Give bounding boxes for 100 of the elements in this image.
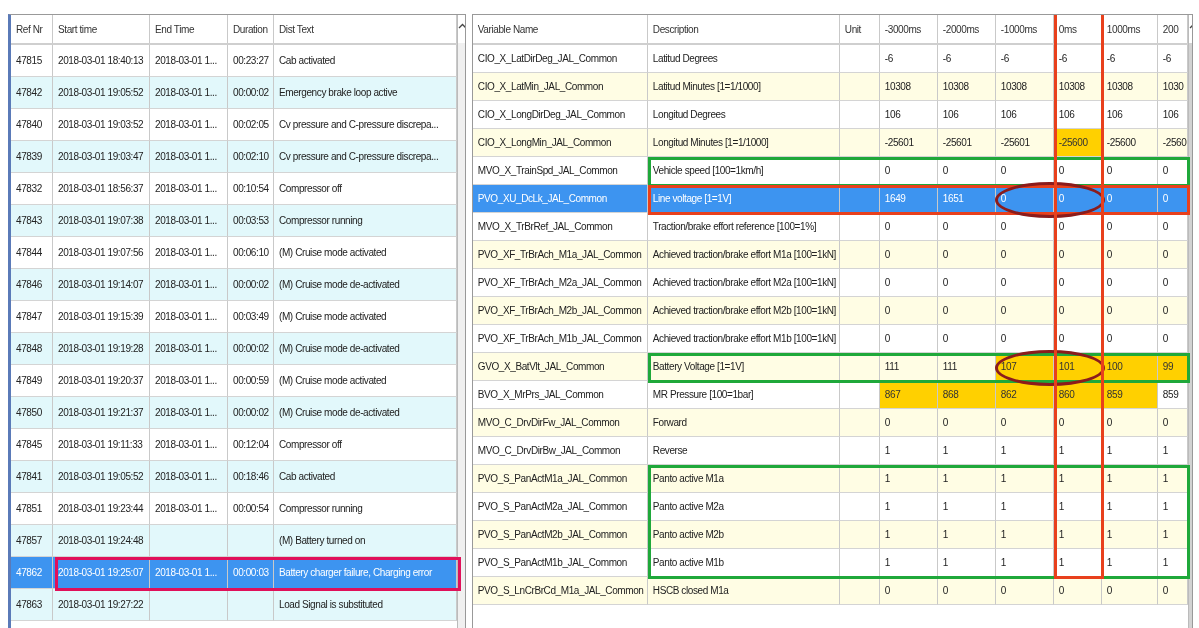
table-cell: 0 [1157,185,1188,213]
table-row[interactable]: PVO_XF_TrBrAch_M1b_JAL_Common Achieved traction/brake effort M1b [100=1kN] 0 0 0 0 0 0 [472,325,1188,353]
table-cell: 0 [1053,185,1102,213]
table-cell: 867 [879,381,938,409]
column-header[interactable]: -1000ms [995,15,1054,43]
column-header[interactable]: -3000ms [879,15,938,43]
table-row[interactable]: PVO_S_LnCrBrCd_M1a_JAL_Common HSCB closed M1a 0 0 0 0 0 0 [472,577,1188,605]
table-row[interactable]: 47840 2018-03-01 19:03:52 2018-03-01 1... 00:02:05 Cv pressure and C-pressure discrepa... [11,109,457,141]
table-cell: 0 [1053,157,1102,185]
table-row[interactable]: PVO_XF_TrBrAch_M2b_JAL_Common Achieved traction/brake effort M2b [100=1kN] 0 0 0 0 0 0 [472,297,1188,325]
table-cell: Battery Voltage [1=1V] [647,353,840,381]
table-row[interactable]: MVO_C_DrvDirBw_JAL_Common Reverse 1 1 1 1 1 1 [472,437,1188,465]
table-row[interactable]: 47845 2018-03-01 19:11:33 2018-03-01 1... 00:12:04 Compressor off [11,429,457,461]
table-row[interactable]: 47847 2018-03-01 19:15:39 2018-03-01 1... 00:03:49 (M) Cruise mode activated [11,301,457,333]
column-header[interactable]: Description [647,15,840,43]
table-cell: 0 [1101,577,1158,605]
table-cell: -25601 [879,129,938,157]
table-cell: 1 [937,437,996,465]
table-row[interactable]: MVO_C_DrvDirFw_JAL_Common Forward 0 0 0 0 0 0 [472,409,1188,437]
column-header[interactable]: End Time [150,15,228,43]
table-row[interactable]: 47846 2018-03-01 19:14:07 2018-03-01 1... 00:00:02 (M) Cruise mode de-activated [11,269,457,301]
table-cell: 0 [995,157,1054,185]
scrollbar[interactable] [457,15,465,628]
table-row[interactable]: CIO_X_LongMin_JAL_Common Longitud Minutes [1=1/1000] -25601 -25601 -25601 -25600 -25600 -2560 [472,129,1188,157]
column-header[interactable]: 1000ms [1101,15,1158,43]
table-row[interactable]: PVO_S_PanActM2a_JAL_Common Panto active M2a 1 1 1 1 1 1 [472,493,1188,521]
table-cell: 1 [1053,549,1102,577]
table-row[interactable]: PVO_S_PanActM2b_JAL_Common Panto active M2b 1 1 1 1 1 1 [472,521,1188,549]
table-cell: PVO_S_LnCrBrCd_M1a_JAL_Common [472,577,648,605]
table-cell: 1 [1157,437,1188,465]
table-row[interactable]: 47857 2018-03-01 19:24:48 (M) Battery turned on [11,525,457,557]
table-row[interactable]: CIO_X_LongDirDeg_JAL_Common Longitud Degrees 106 106 106 106 106 106 [472,101,1188,129]
table-cell: 0 [937,157,996,185]
table-cell: -25601 [995,129,1054,157]
table-cell: Line voltage [1=1V] [647,185,840,213]
column-header[interactable]: Ref Nr [11,15,53,43]
table-cell: HSCB closed M1a [647,577,840,605]
column-header[interactable]: Duration [228,15,274,43]
table-cell: 868 [937,381,996,409]
table-row[interactable]: PVO_XF_TrBrAch_M1a_JAL_Common Achieved traction/brake effort M1a [100=1kN] 0 0 0 0 0 0 [472,241,1188,269]
table-cell: 1 [1101,549,1158,577]
column-header[interactable]: Variable Name [472,15,648,43]
table-cell: 0 [995,325,1054,353]
table-cell: 0 [995,577,1054,605]
table-cell: 2018-03-01 19:27:22 [53,589,150,621]
table-cell: 0 [1157,577,1188,605]
table-cell: Panto active M1b [647,549,840,577]
column-header[interactable]: 200 [1157,15,1188,43]
table-cell: 2018-03-01 19:24:48 [53,525,150,557]
table-cell: Longitud Minutes [1=1/1000] [647,129,840,157]
table-row[interactable]: 47815 2018-03-01 18:40:13 2018-03-01 1... 00:23:27 Cab activated [11,45,457,77]
table-cell: 1 [879,437,938,465]
table-row[interactable]: BVO_X_MrPrs_JAL_Common MR Pressure [100=1bar] 867 868 862 860 859 859 [472,381,1188,409]
table-cell: Vehicle speed [100=1km/h] [647,157,840,185]
table-cell: 0 [1053,325,1102,353]
table-cell: Achieved traction/brake effort M1b [100=1kN] [647,325,840,353]
table-cell: 0 [1101,185,1158,213]
table-cell: 1651 [937,185,996,213]
table-row[interactable]: 47844 2018-03-01 19:07:56 2018-03-01 1... 00:06:10 (M) Cruise mode activated [11,237,457,269]
table-cell: 0 [937,577,996,605]
table-cell: 1 [995,549,1054,577]
table-row[interactable]: 47850 2018-03-01 19:21:37 2018-03-01 1... 00:00:02 (M) Cruise mode de-activated [11,397,457,429]
column-header[interactable]: -2000ms [937,15,996,43]
column-header[interactable]: Start time [53,15,150,43]
table-row[interactable]: 47841 2018-03-01 19:05:52 2018-03-01 1... 00:18:46 Cab activated [11,461,457,493]
table-row[interactable]: 47839 2018-03-01 19:03:47 2018-03-01 1... 00:02:10 Cv pressure and C-pressure discrepa... [11,141,457,173]
table-row[interactable]: 47851 2018-03-01 19:23:44 2018-03-01 1... 00:00:54 Compressor running [11,493,457,525]
table-row[interactable]: 47849 2018-03-01 19:20:37 2018-03-01 1... 00:00:59 (M) Cruise mode activated [11,365,457,397]
scroll-up-icon[interactable] [458,23,465,29]
table-cell: 0 [1053,577,1102,605]
column-header[interactable]: Unit [839,15,880,43]
table-cell: 1 [1157,549,1188,577]
table-cell: 0 [937,325,996,353]
table-row[interactable]: 47843 2018-03-01 19:07:38 2018-03-01 1... 00:03:53 Compressor running [11,205,457,237]
table-row[interactable]: 47842 2018-03-01 19:05:52 2018-03-01 1... 00:00:02 Emergency brake loop active [11,77,457,109]
table-cell: 2018-03-01 1... [150,557,228,589]
table-row[interactable]: 47848 2018-03-01 19:19:28 2018-03-01 1... 00:00:02 (M) Cruise mode de-activated [11,333,457,365]
table-cell: 0 [1157,325,1188,353]
table-cell: 1 [937,549,996,577]
column-header[interactable]: 0ms [1053,15,1102,43]
table-row[interactable]: CIO_X_LatDirDeg_JAL_Common Latitud Degrees -6 -6 -6 -6 -6 -6 [472,45,1188,73]
table-cell: 1 [995,437,1054,465]
table-cell: 1 [1053,437,1102,465]
table-row[interactable]: MVO_X_TrBrRef_JAL_Common Traction/brake effort reference [100=1%] 0 0 0 0 0 0 [472,213,1188,241]
table-cell: 111 [937,353,996,381]
table-cell: 0 [1101,157,1158,185]
table-cell: 47863 [11,589,53,621]
table-row[interactable]: 47832 2018-03-01 18:56:37 2018-03-01 1... 00:10:54 Compressor off [11,173,457,205]
table-cell: 0 [879,577,938,605]
table-cell: 1 [1101,437,1158,465]
table-cell: -25600 [1101,129,1158,157]
table-cell: 2018-03-01 19:25:07 [53,557,150,589]
table-row[interactable]: CIO_X_LatMin_JAL_Common Latitud Minutes [1=1/1000] 10308 10308 10308 10308 10308 1030 [472,73,1188,101]
table-cell: 0 [995,185,1054,213]
table-cell: -2560 [1157,129,1188,157]
table-row[interactable]: 47863 2018-03-01 19:27:22 Load Signal is substituted [11,589,457,621]
table-cell: -25601 [937,129,996,157]
table-row[interactable]: PVO_XF_TrBrAch_M2a_JAL_Common Achieved traction/brake effort M2a [100=1kN] 0 0 0 0 0 0 [472,269,1188,297]
table-cell: Reverse [647,437,840,465]
table-cell: 00:00:03 [228,557,274,589]
